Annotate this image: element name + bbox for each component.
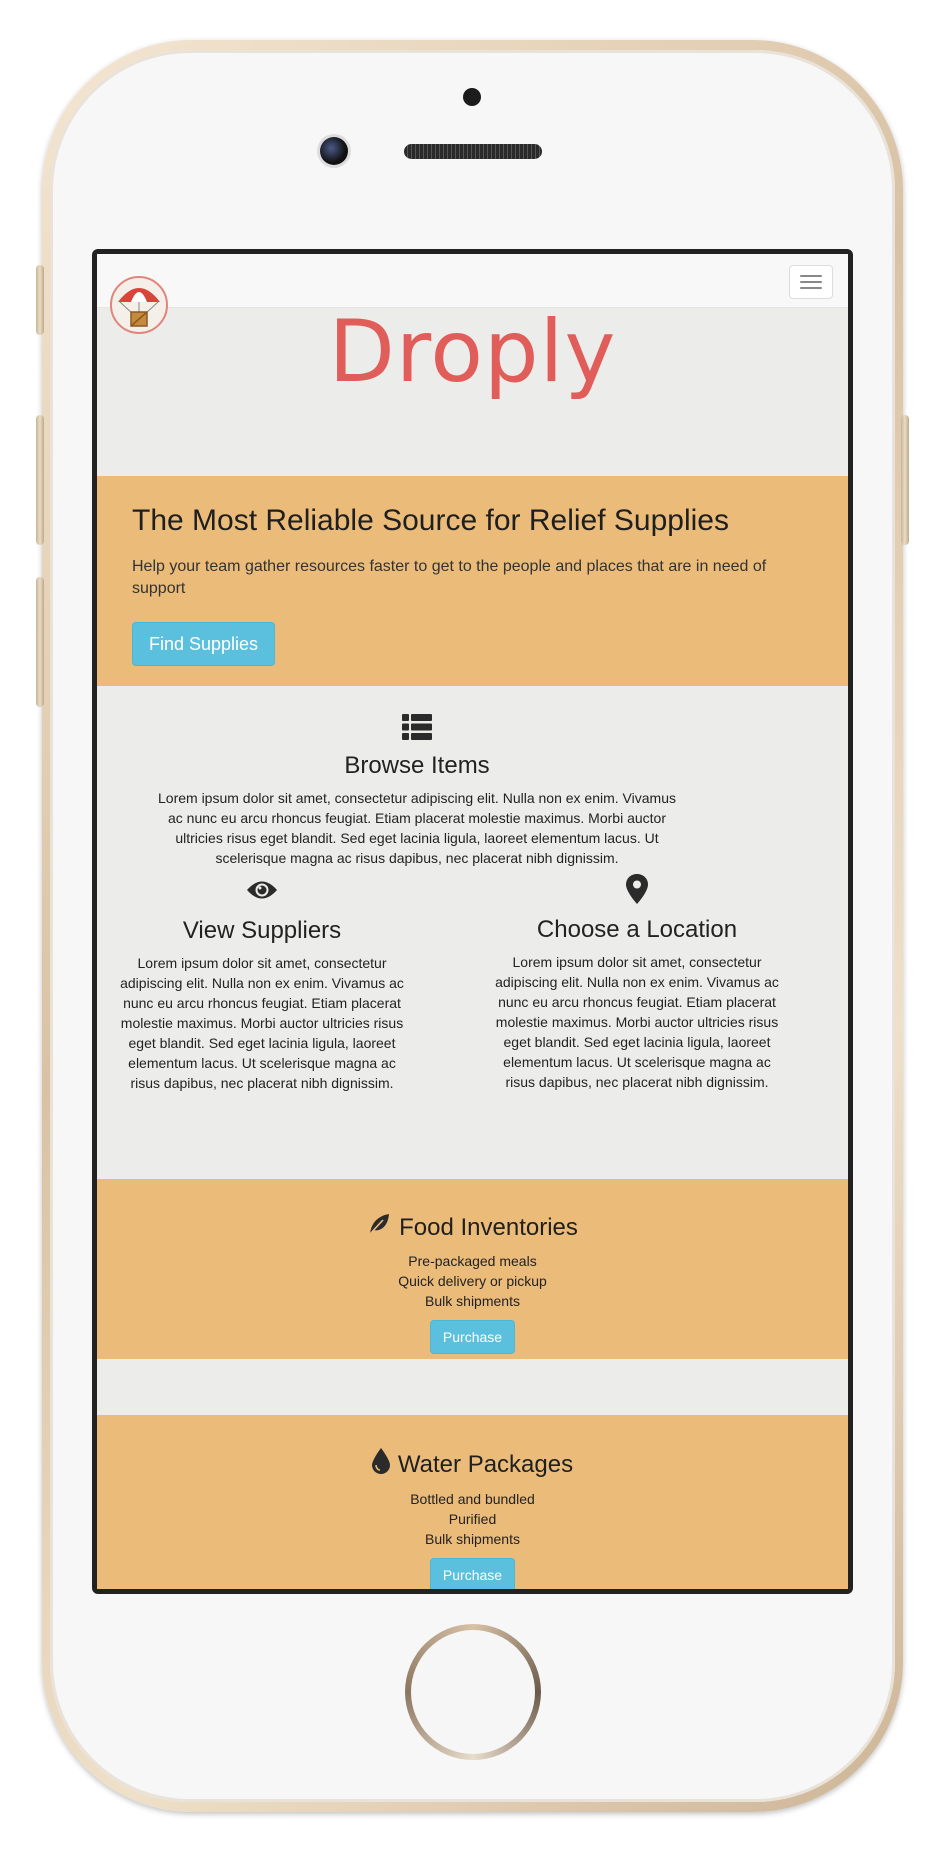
panel-line: Quick delivery or pickup <box>398 1273 547 1289</box>
feature-title: Choose a Location <box>536 916 738 943</box>
panel-line: Purified <box>448 1511 497 1527</box>
leaf-icon <box>367 1212 391 1243</box>
panel-title: Food Inventories <box>399 1213 578 1241</box>
eye-icon <box>112 879 412 901</box>
map-marker-icon <box>487 874 787 904</box>
hero-text: Help your team gather resources faster t… <box>132 558 767 597</box>
feature-text: Lorem ipsum dolor sit amet, consectetur … <box>120 955 404 1091</box>
home-button[interactable] <box>405 1624 541 1760</box>
panel-line: Bulk shipments <box>425 1293 520 1309</box>
proximity-sensor <box>463 88 481 106</box>
page-title: Droply <box>328 302 617 402</box>
feature-text: Lorem ipsum dolor sit amet, consectetur … <box>158 790 676 866</box>
purchase-food-button[interactable]: Purchase <box>429 1320 516 1354</box>
tint-icon <box>371 1448 390 1481</box>
feature-view-suppliers: View Suppliers Lorem ipsum dolor sit ame… <box>112 879 412 1093</box>
panel-line: Bulk shipments <box>425 1531 520 1547</box>
water-packages-panel: Water Packages Bottled and bundled Purif… <box>97 1415 848 1589</box>
hero-heading: The Most Reliable Source for Relief Supp… <box>132 504 729 537</box>
purchase-water-button[interactable]: Purchase <box>429 1558 516 1589</box>
find-supplies-button[interactable]: Find Supplies <box>132 622 275 666</box>
list-icon <box>157 714 677 740</box>
web-viewport: Droply The Most Reliable Source for Reli… <box>97 254 848 1589</box>
earpiece-speaker <box>404 144 542 159</box>
panel-title: Water Packages <box>397 1450 574 1478</box>
phone-screen: Droply The Most Reliable Source for Reli… <box>92 249 853 1594</box>
power-button <box>901 415 909 545</box>
volume-up-button <box>36 415 44 545</box>
navbar-toggle-button[interactable] <box>789 265 833 299</box>
panel-line: Bottled and bundled <box>410 1491 535 1507</box>
hero-jumbotron: The Most Reliable Source for Relief Supp… <box>97 476 848 686</box>
mute-switch <box>36 265 44 335</box>
hamburger-icon <box>800 275 822 277</box>
navbar <box>97 254 848 308</box>
panel-line: Pre-packaged meals <box>408 1253 537 1269</box>
volume-down-button <box>36 577 44 707</box>
feature-title: Browse Items <box>344 752 490 779</box>
feature-text: Lorem ipsum dolor sit amet, consectetur … <box>495 954 779 1090</box>
food-inventories-panel: Food Inventories Pre-packaged meals Quic… <box>97 1179 848 1359</box>
front-camera-icon <box>320 137 348 165</box>
feature-title: View Suppliers <box>182 917 342 944</box>
feature-browse-items: Browse Items Lorem ipsum dolor sit amet,… <box>157 714 677 868</box>
feature-choose-location: Choose a Location Lorem ipsum dolor sit … <box>487 874 787 1092</box>
